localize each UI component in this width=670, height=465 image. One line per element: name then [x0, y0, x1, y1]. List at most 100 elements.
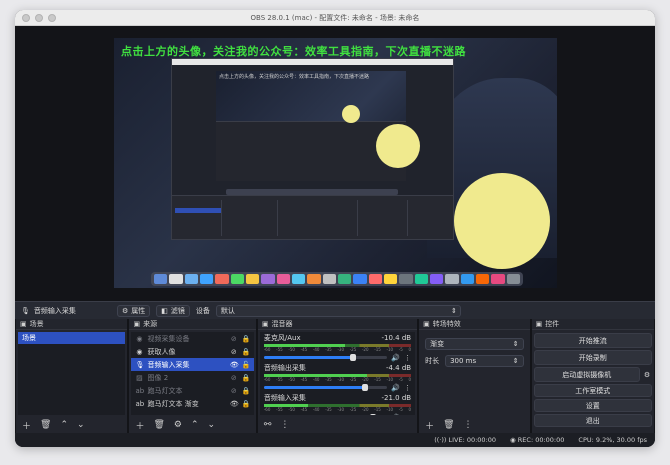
meter-tick: -40: [312, 407, 320, 412]
mixer-menu-button[interactable]: ⋮: [280, 420, 289, 430]
level-meter: [263, 374, 412, 377]
exit-button[interactable]: 退出: [533, 414, 652, 427]
channel-menu-icon[interactable]: ⋮: [404, 354, 411, 362]
mac-dock: [151, 272, 523, 286]
add-source-button[interactable]: ＋: [135, 419, 144, 432]
start-record-button[interactable]: 开始录制: [533, 350, 652, 365]
scenes-dock: ▣ 场景 场景 ＋ 🗑 ⌃ ⌄: [16, 319, 128, 433]
record-icon: ◉: [510, 436, 518, 444]
volume-knob[interactable]: [369, 414, 376, 415]
remove-scene-button[interactable]: 🗑: [40, 420, 51, 430]
settings-button[interactable]: 设置: [533, 399, 652, 412]
meter-tick: -50: [288, 377, 295, 382]
start-virtual-cam-button[interactable]: 启动虚拟摄像机: [533, 367, 640, 382]
program-canvas[interactable]: 点击上方的头像，关注我的公众号：效率工具指南，下次直播不迷路 点击上方的头像，关…: [114, 38, 557, 288]
source-label: 跑马灯文本 渐变: [147, 399, 199, 408]
meter-tick: -5: [398, 377, 403, 382]
meter-tick: -30: [337, 377, 344, 382]
meter-tick: -55: [276, 347, 283, 352]
eye-icon[interactable]: 👁: [230, 361, 239, 369]
source-item[interactable]: ab 跑马灯文本 渐变 👁 🔒: [131, 397, 253, 410]
meter-tick: -45: [300, 407, 308, 412]
lock-icon[interactable]: 🔒: [242, 400, 251, 408]
channel-name: 音频输出采集: [263, 364, 306, 372]
chevron-updown-icon: ⇕: [512, 340, 519, 348]
active-source-name: 音频输入采集: [33, 306, 76, 315]
controls-dock: ▣ 控件 开始推流 开始录制 启动虚拟摄像机 ⚙ 工作室模式 设置 退出: [531, 319, 654, 433]
mixer-channel: 音频输入采集 -21.0 dB -60 -55 -50 -45 -40 -35 -30 -25 -2…: [260, 392, 415, 415]
speaker-icon[interactable]: 🔊: [391, 354, 400, 362]
device-label: 设备: [195, 306, 210, 315]
remove-source-button[interactable]: 🗑: [153, 420, 164, 430]
maximize-window-button[interactable]: [48, 14, 56, 22]
channel-menu-icon[interactable]: ⋮: [404, 414, 411, 416]
source-up-button[interactable]: ⌃: [191, 420, 199, 430]
source-properties-button[interactable]: ⚙: [174, 420, 182, 430]
link-icon[interactable]: ⚯: [264, 420, 272, 430]
source-item[interactable]: ▨ 图像 2 ⊘ 🔒: [131, 371, 253, 384]
visibility-off-icon[interactable]: ⊘: [230, 348, 238, 356]
scenes-list[interactable]: 场景: [18, 332, 126, 415]
source-down-button[interactable]: ⌄: [208, 420, 216, 430]
channel-name: 音频输入采集: [263, 394, 306, 402]
start-stream-button[interactable]: 开始推流: [533, 333, 652, 348]
device-select[interactable]: 默认 ⇕: [215, 304, 461, 317]
nested-col: [222, 200, 278, 236]
source-item[interactable]: 🎙 音频输入采集 👁 🔓: [131, 358, 254, 371]
scene-down-button[interactable]: ⌄: [77, 420, 85, 430]
volume-knob[interactable]: [349, 354, 356, 361]
visibility-off-icon[interactable]: ⊘: [230, 335, 238, 343]
minimize-window-button[interactable]: [35, 14, 43, 22]
source-item[interactable]: ◉ 获取人像 ⊘ 🔒: [131, 345, 253, 358]
lock-icon[interactable]: 🔒: [242, 335, 251, 343]
volume-slider[interactable]: [263, 354, 388, 361]
chevron-updown-icon: ⇕: [451, 306, 457, 315]
circle-medium: [376, 124, 420, 168]
visibility-off-icon[interactable]: ⊘: [230, 374, 238, 382]
duration-spinbox[interactable]: 300 ms ⇕: [445, 355, 524, 367]
lock-icon[interactable]: 🔒: [242, 374, 251, 382]
scene-up-button[interactable]: ⌃: [60, 420, 68, 430]
add-transition-button[interactable]: ＋: [425, 419, 434, 432]
transition-select[interactable]: 渐变 ⇕: [425, 338, 524, 350]
status-bar: ((·)) LIVE: 00:00:00 ◉ REC: 00:00:00 CPU…: [15, 433, 655, 447]
remove-transition-button[interactable]: 🗑: [443, 420, 454, 430]
meter-tick: -40: [312, 347, 320, 352]
meter-tick: -35: [325, 407, 332, 412]
obs-window: OBS 28.0.1 (mac) - 配置文件: 未命名 - 场景: 未命名 点…: [15, 10, 655, 447]
speaker-icon[interactable]: 🔊: [391, 414, 400, 416]
studio-mode-button[interactable]: 工作室模式: [533, 384, 652, 397]
volume-slider[interactable]: [263, 384, 388, 391]
source-item[interactable]: ◉ 视频采集设备 ⊘ 🔒: [131, 332, 253, 345]
eye-icon[interactable]: 👁: [230, 400, 239, 408]
meter-tick: -10: [386, 407, 394, 412]
channel-menu-icon[interactable]: ⋮: [404, 384, 411, 392]
channel-name: 麦克风/Aux: [263, 334, 301, 342]
filters-button[interactable]: ◧ 滤镜: [156, 304, 190, 317]
meter-tick: -5: [398, 347, 403, 352]
scenes-header: ▣ 场景: [16, 319, 128, 330]
title-bar: OBS 28.0.1 (mac) - 配置文件: 未命名 - 场景: 未命名: [15, 10, 655, 26]
source-label: 跑马灯文本: [147, 386, 183, 395]
unlock-icon[interactable]: 🔓: [242, 361, 251, 369]
virtual-cam-settings-icon[interactable]: ⚙: [642, 371, 652, 379]
close-window-button[interactable]: [22, 14, 30, 22]
source-label: 音频输入采集: [147, 360, 190, 369]
text-icon: ab: [135, 386, 145, 395]
speaker-icon[interactable]: 🔊: [391, 384, 400, 392]
lock-icon[interactable]: 🔒: [242, 348, 251, 356]
device-value: 默认: [220, 306, 235, 315]
properties-button[interactable]: ⚙ 属性: [117, 304, 151, 317]
sources-list[interactable]: ◉ 视频采集设备 ⊘ 🔒 ◉ 获取人像 ⊘ 🔒 🎙 音频输入采集 👁 🔓 ▨ 图…: [131, 332, 254, 415]
visibility-off-icon[interactable]: ⊘: [230, 387, 238, 395]
level-meter: [263, 344, 412, 347]
live-status: ((·)) LIVE: 00:00:00: [434, 436, 496, 444]
lock-icon[interactable]: 🔒: [242, 387, 251, 395]
preview-area[interactable]: 点击上方的头像，关注我的公众号：效率工具指南，下次直播不迷路 点击上方的头像，关…: [15, 26, 655, 301]
transition-menu-button[interactable]: ⋮: [464, 420, 473, 430]
channel-header: 麦克风/Aux -10.4 dB: [264, 334, 411, 343]
source-item[interactable]: ab 跑马灯文本 ⊘ 🔒: [131, 384, 253, 397]
volume-knob[interactable]: [362, 384, 369, 391]
add-scene-button[interactable]: ＋: [22, 419, 31, 432]
scene-item[interactable]: 场景: [18, 332, 126, 344]
